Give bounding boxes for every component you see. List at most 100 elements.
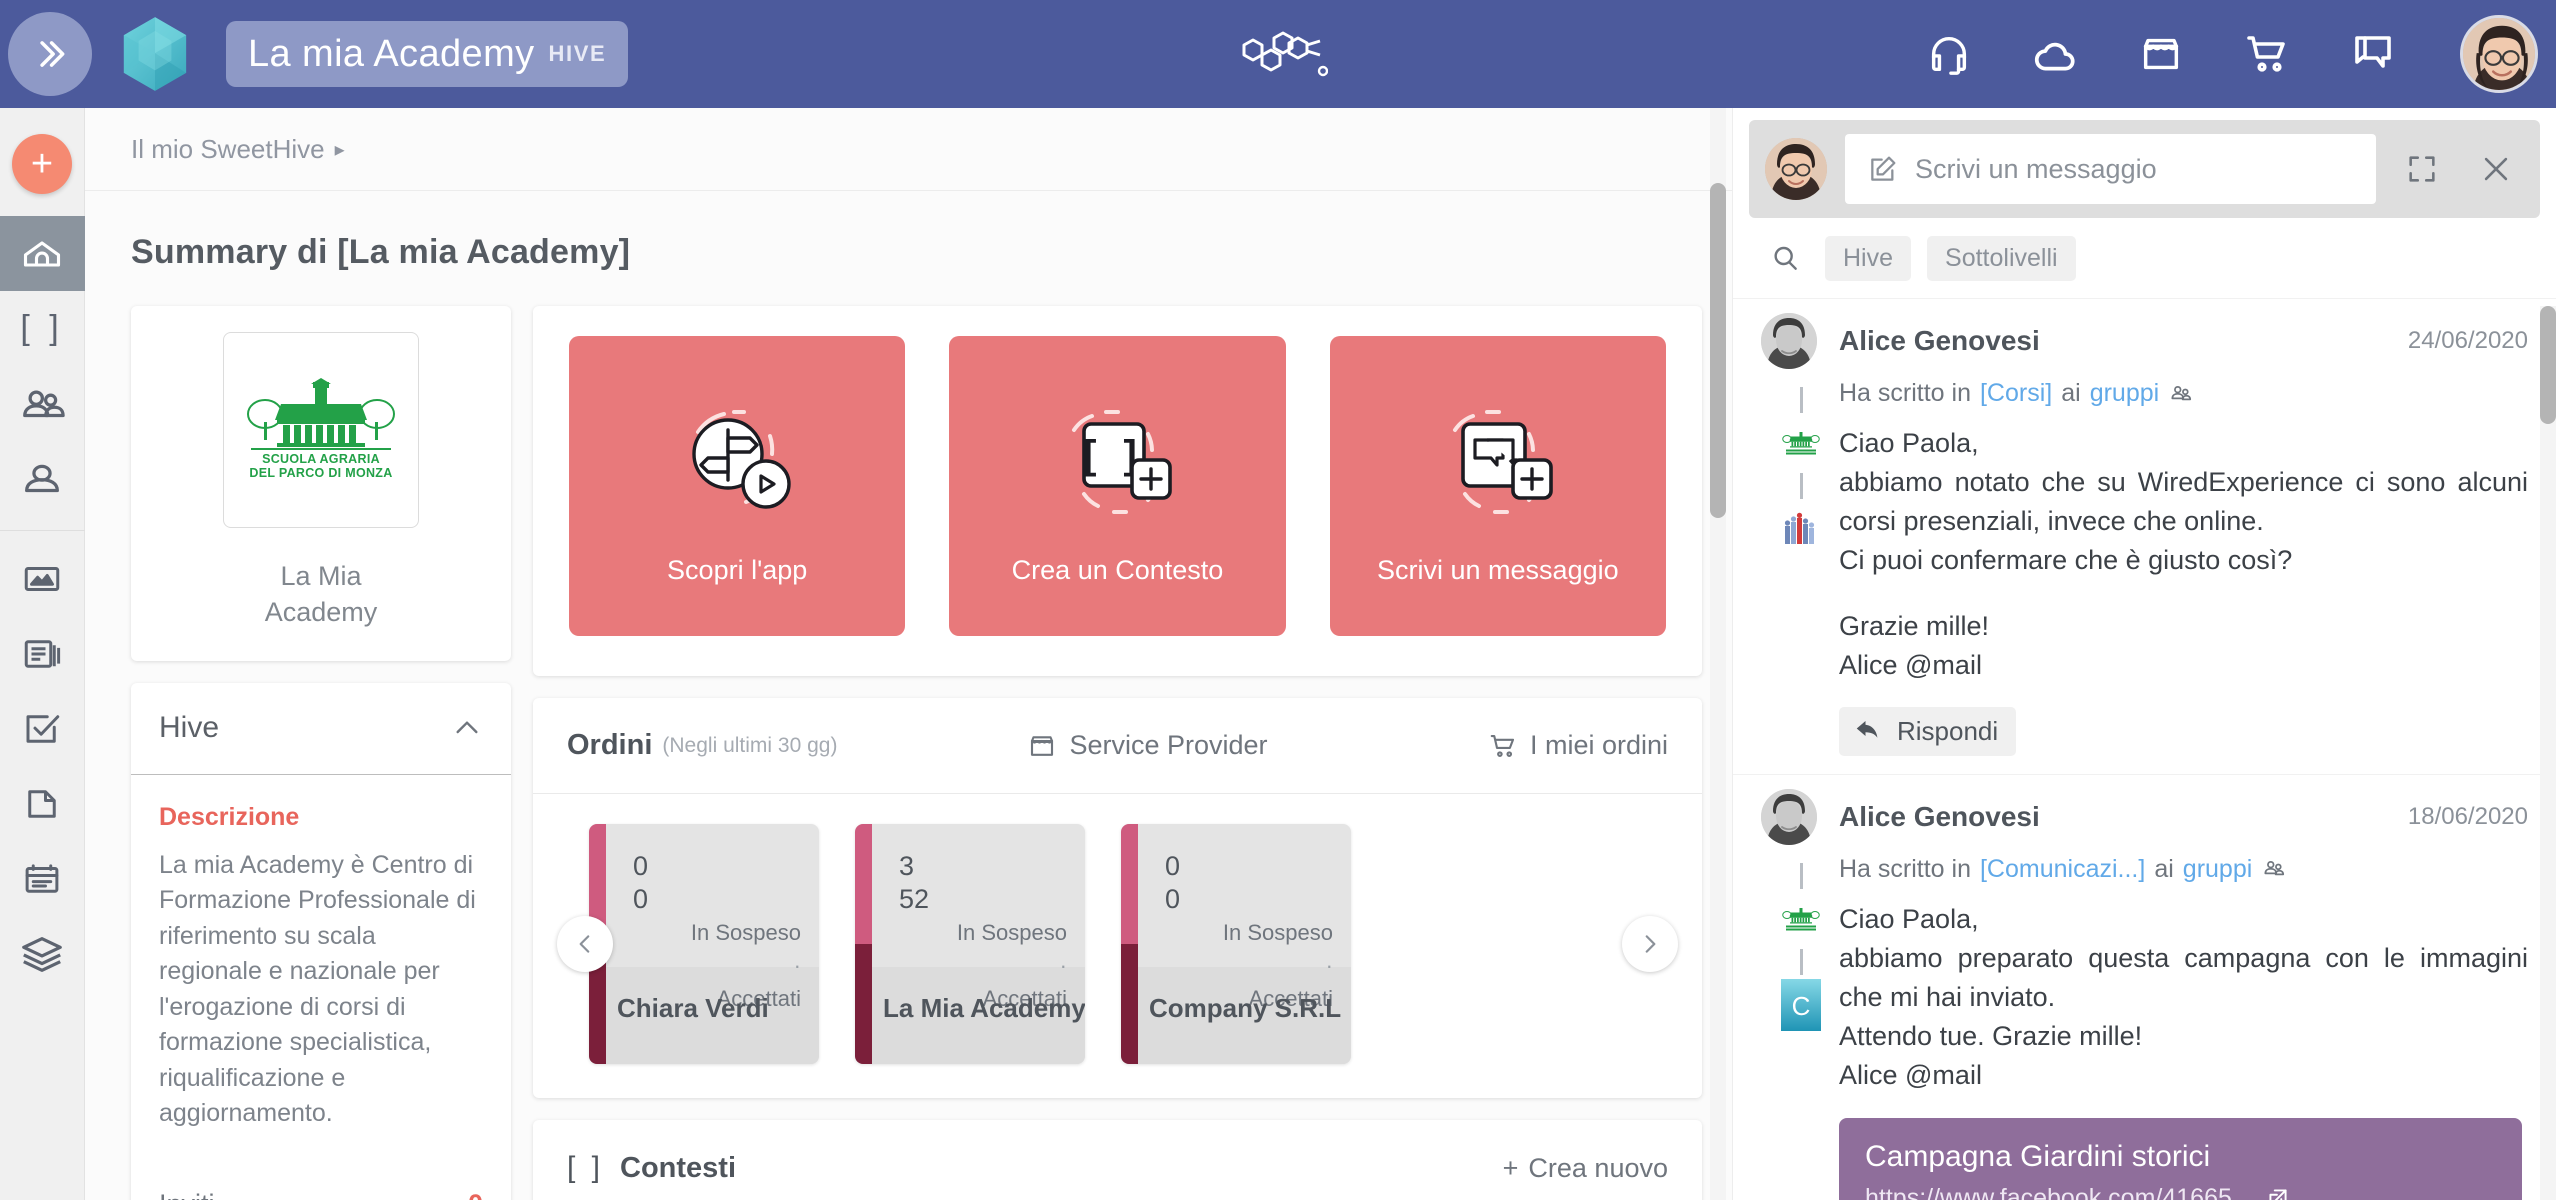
order-card[interactable]: 3 52 In Sospeso · Accettati La Mia Acade…	[855, 824, 1085, 1064]
create-context-button[interactable]: + Crea nuovo	[1503, 1153, 1668, 1184]
signpost-play-icon	[664, 387, 810, 537]
store-icon[interactable]	[2136, 29, 2186, 79]
summary-left-column: SCUOLA AGRARIA DEL PARCO DI MONZA La Mia…	[131, 306, 511, 1200]
sidebar-item-home[interactable]	[0, 216, 85, 291]
chat-message-context-mid: ai	[2154, 854, 2174, 883]
chat-message: Alice Genovesi 24/06/2020 Ha scritto in …	[1733, 298, 2556, 774]
chat-filter-hive[interactable]: Hive	[1825, 235, 1912, 281]
chat-scrollbar-thumb[interactable]	[2540, 306, 2556, 424]
academy-name-line2: Academy	[264, 597, 378, 628]
cart-icon[interactable]	[2242, 29, 2292, 79]
hive-row-inviti[interactable]: Inviti 0	[131, 1162, 511, 1200]
chat-message-author: Alice Genovesi	[1839, 325, 2040, 356]
order-card-name: Chiara Verdi	[617, 992, 769, 1023]
chat-message-author: Alice Genovesi	[1839, 800, 2040, 832]
chat-message-context-link[interactable]: [Corsi]	[1980, 379, 2052, 408]
orders-next-button[interactable]	[1622, 916, 1678, 972]
chat-message-body: Ciao Paola, abbiamo preparato questa cam…	[1839, 900, 2528, 1096]
order-card[interactable]: 0 0 In Sospeso · Accettati	[1121, 824, 1351, 1064]
orders-subtitle: (Negli ultimi 30 gg)	[662, 733, 838, 757]
sidebar-item-documents[interactable]	[0, 766, 85, 841]
chevron-right-icon	[1645, 935, 1656, 953]
link-preview-url: https://www.facebook.com/41665...	[1865, 1183, 2253, 1200]
summary-right-column: Scopri l'app [] Crea un Contesto Scrivi…	[533, 306, 1702, 1200]
hive-network-icon	[1242, 31, 1328, 77]
chat-scrollbar-track[interactable]	[2540, 306, 2556, 1200]
cloud-icon[interactable]	[2030, 29, 2080, 79]
plus-icon: +	[1502, 1152, 1519, 1183]
academy-logo-box: SCUOLA AGRARIA DEL PARCO DI MONZA	[223, 332, 419, 528]
order-card-name: Company S.R.L	[1149, 992, 1342, 1023]
thread-thumb-context: C	[1779, 978, 1823, 1031]
order-pending-label: In Sospeso	[956, 919, 1067, 945]
description-text: La mia Academy è Centro di Formazione Pr…	[159, 850, 476, 1128]
chat-filters: Hive Sottolivelli	[1733, 218, 2556, 298]
scuola-agraria-logo-icon: SCUOLA AGRARIA DEL PARCO DI MONZA	[247, 378, 395, 480]
chat-message-body: Ciao Paola, abbiamo notato che su WiredE…	[1839, 424, 2528, 685]
sidebar-item-contexts[interactable]: [ ]	[0, 291, 85, 366]
sidebar-item-tasks[interactable]	[0, 691, 85, 766]
sidebar-item-person[interactable]	[0, 441, 85, 516]
reply-button[interactable]: Rispondi	[1839, 706, 2017, 756]
chat-message: Alice Genovesi 18/06/2020 Ha scritto in …	[1733, 773, 2556, 1200]
breadcrumb[interactable]: Il mio SweetHive ▸	[85, 108, 1732, 191]
discover-app-label: Scopri l'app	[667, 554, 808, 585]
orders-prev-button[interactable]	[557, 916, 613, 972]
sidebar-item-media[interactable]	[0, 541, 85, 616]
hive-panel-header[interactable]: Hive	[131, 683, 511, 775]
reply-arrow-icon	[1856, 721, 1878, 739]
chat-message-avatar[interactable]	[1761, 788, 1817, 845]
menu-toggle-button[interactable]	[8, 12, 92, 96]
tab-my-orders[interactable]: I miei ordini	[1488, 730, 1668, 761]
chevron-left-icon	[579, 935, 590, 953]
chat-message-header: Alice Genovesi 24/06/2020	[1761, 313, 2528, 369]
create-button[interactable]: +	[12, 134, 72, 194]
chat-message-groups-link[interactable]: gruppi	[2090, 379, 2160, 408]
sidebar-item-agenda[interactable]	[0, 841, 85, 916]
compose-pencil-icon	[1871, 156, 1896, 181]
contexts-title: Contesti	[620, 1151, 737, 1184]
chat-message-header: Alice Genovesi 18/06/2020	[1761, 788, 2528, 845]
order-pending-value: 0	[1165, 851, 1181, 881]
hive-row-label: Inviti	[159, 1189, 215, 1200]
workspace-title: La mia Academy	[248, 32, 535, 75]
brackets-plus-icon: [ ]	[1044, 387, 1190, 537]
thread-tick	[1799, 862, 1803, 889]
context-letter-icon: C	[1781, 978, 1821, 1031]
hive-network-button[interactable]	[1218, 19, 1338, 89]
sidebar-item-academy[interactable]	[0, 916, 85, 991]
order-card[interactable]: 0 0 In Sospeso · Accettati	[589, 824, 819, 1064]
chat-search-button[interactable]	[1761, 242, 1809, 274]
chat-message-thread-rail	[1777, 387, 1825, 551]
chat-message-avatar[interactable]	[1761, 313, 1817, 369]
chat-compose-input[interactable]: Scrivi un messaggio	[1845, 134, 2376, 204]
chat-message-groups-link[interactable]: gruppi	[2183, 855, 2253, 884]
tab-service-provider[interactable]: Service Provider	[1027, 730, 1268, 761]
workspace-title-pill[interactable]: La mia Academy HIVE	[226, 21, 629, 87]
chat-expand-button[interactable]	[2394, 152, 2450, 186]
create-context-label: Crea nuovo	[1528, 1152, 1668, 1183]
user-avatar[interactable]	[2460, 15, 2538, 93]
discover-app-action[interactable]: Scopri l'app	[569, 336, 906, 636]
sidebar-item-posts[interactable]	[0, 616, 85, 691]
chevron-up-icon[interactable]	[451, 712, 483, 744]
chat-close-button[interactable]	[2468, 152, 2524, 186]
main-scrollbar-thumb[interactable]	[1710, 183, 1726, 518]
link-preview-card[interactable]: Campagna Giardini storici https://www.fa…	[1839, 1117, 2522, 1200]
sidebar-item-groups[interactable]	[0, 366, 85, 441]
workspace-title-suffix: HIVE	[548, 41, 607, 66]
link-preview-title: Campagna Giardini storici	[1865, 1139, 2211, 1173]
hive-panel: Hive Descrizione La mia Academy è Centro…	[131, 682, 511, 1200]
create-context-action[interactable]: [ ] Crea un Contesto	[949, 336, 1286, 636]
headset-icon[interactable]	[1924, 29, 1974, 79]
order-label-separator: ·	[1325, 952, 1333, 978]
chat-filter-sottolivelli[interactable]: Sottolivelli	[1927, 235, 2076, 281]
order-accepted-value: 0	[633, 883, 649, 914]
app-root: La mia Academy HIVE + [] Il mio SweetHi…	[0, 0, 2556, 1200]
chat-panel: Scrivi un messaggio Hive Sottolivelli Al…	[1732, 108, 2556, 1200]
chat-message-line: Grazie mille!	[1839, 610, 1990, 641]
chat-message-context-link[interactable]: [Comunicazi...]	[1980, 855, 2145, 884]
write-message-action[interactable]: Scrivi un messaggio	[1329, 336, 1666, 636]
chat-icon[interactable]	[2348, 29, 2398, 79]
brackets-icon: [ ]	[567, 1151, 605, 1184]
